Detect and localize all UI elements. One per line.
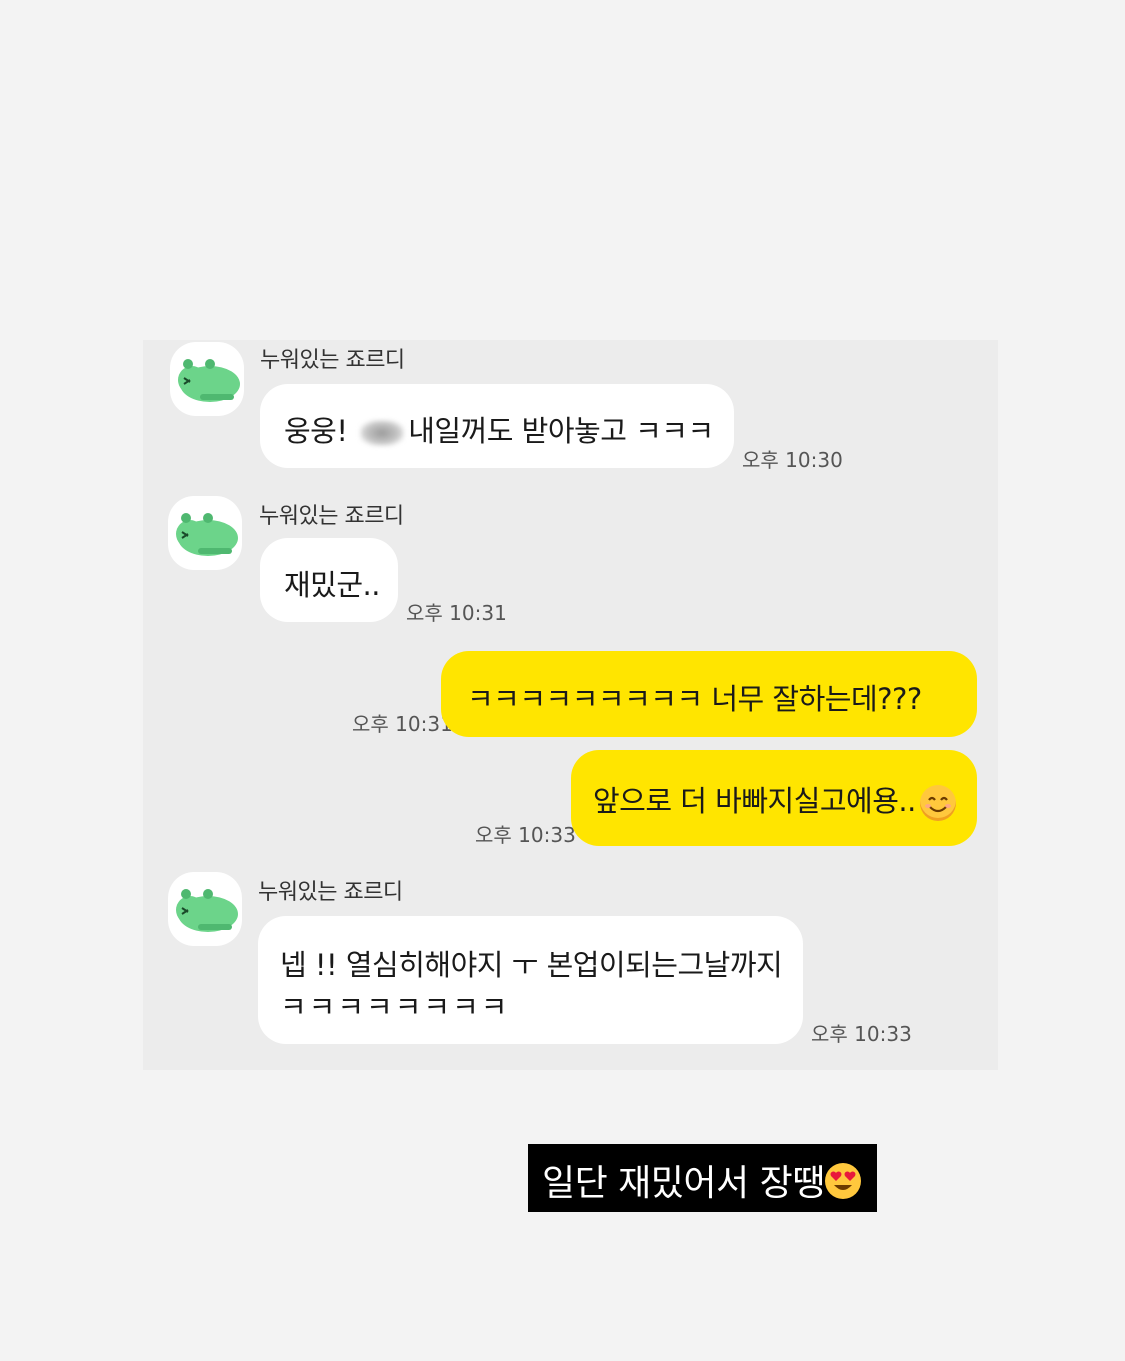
- sender-name: 누워있는 죠르디: [260, 348, 405, 373]
- message-time: 오후 10:31: [406, 601, 507, 625]
- message-text: 넵 !! 열심히해야지 ㅜ 본업이되는그날까지: [280, 948, 783, 982]
- message-time: 오후 10:30: [742, 448, 843, 472]
- caption-text: 일단 재밌어서 장땡: [542, 1163, 825, 1204]
- story-caption: 일단 재밌어서 장땡: [528, 1144, 877, 1212]
- message-text: 내일꺼도 받아놓고 ㅋㅋㅋ: [408, 414, 714, 448]
- message-bubble[interactable]: ㅋㅋㅋㅋㅋㅋㅋㅋㅋ 너무 잘하는데???: [441, 651, 977, 737]
- message-text: ㅋㅋㅋㅋㅋㅋㅋㅋ: [280, 990, 510, 1024]
- message-time: 오후 10:33: [475, 823, 576, 847]
- message-bubble[interactable]: 웅웅! 내일꺼도 받아놓고 ㅋㅋㅋ: [260, 384, 734, 468]
- message-time: 오후 10:31: [352, 712, 453, 736]
- profile-avatar[interactable]: [168, 872, 242, 946]
- message-text: 재밌군..: [284, 568, 380, 602]
- sender-name: 누워있는 죠르디: [258, 880, 403, 905]
- message-bubble[interactable]: 앞으로 더 바빠지실고에용..: [571, 750, 977, 846]
- chat-screenshot: 누워있는 죠르디 웅웅! 내일꺼도 받아놓고 ㅋㅋㅋ 오후 10:30 누워있는…: [143, 340, 998, 1070]
- message-text: ㅋㅋㅋㅋㅋㅋㅋㅋㅋ 너무 잘하는데???: [467, 682, 922, 716]
- message-bubble[interactable]: 재밌군..: [260, 538, 398, 622]
- blurred-text: [360, 420, 405, 446]
- message-time: 오후 10:33: [811, 1022, 912, 1046]
- sender-name: 누워있는 죠르디: [259, 504, 404, 529]
- profile-avatar[interactable]: [168, 496, 242, 570]
- smiling-face-icon: [919, 785, 956, 821]
- jordy-dinosaur-icon: [178, 359, 240, 402]
- profile-avatar[interactable]: [170, 342, 244, 416]
- heart-eyes-icon: [824, 1163, 861, 1199]
- message-bubble[interactable]: 넵 !! 열심히해야지 ㅜ 본업이되는그날까지 ㅋㅋㅋㅋㅋㅋㅋㅋ: [258, 916, 803, 1044]
- message-text: 웅웅!: [284, 414, 357, 448]
- message-text: 앞으로 더 바빠지실고에용..: [593, 784, 916, 818]
- jordy-dinosaur-icon: [176, 889, 238, 932]
- jordy-dinosaur-icon: [176, 513, 238, 556]
